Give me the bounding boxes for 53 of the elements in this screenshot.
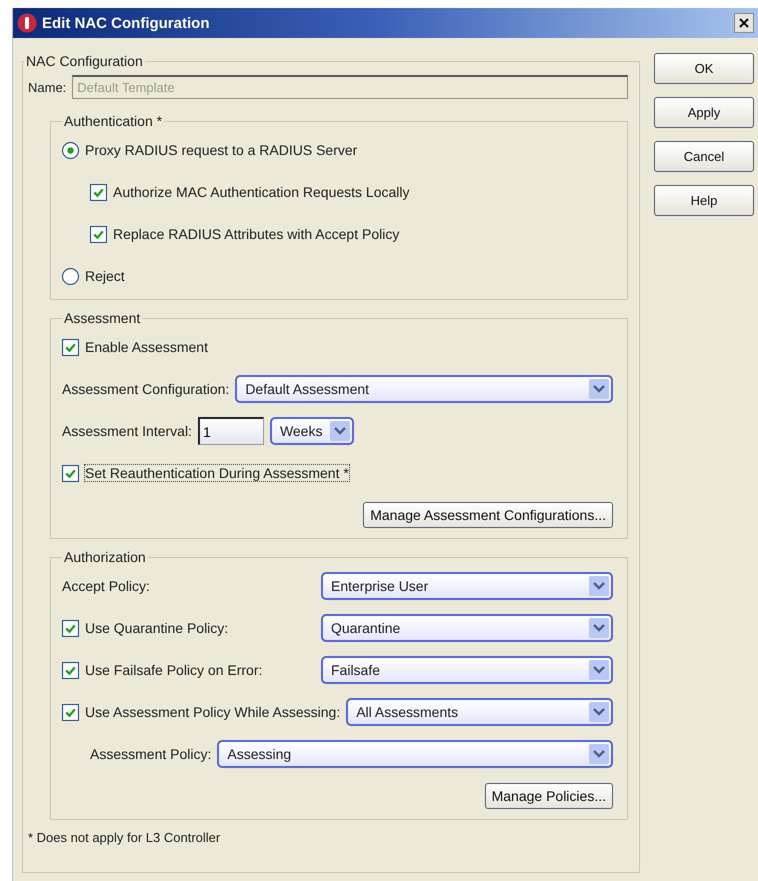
field-label: Assessment Policy: [90,746,212,762]
chevron-down-icon[interactable] [589,744,609,764]
checkbox[interactable] [90,226,107,242]
dropdown[interactable]: All Assessments [346,698,613,726]
checkbox[interactable] [62,704,79,720]
dialog-button[interactable]: Cancel [654,141,754,172]
window-title: Edit NAC Configuration [42,14,210,32]
radio-button[interactable] [62,268,79,284]
checkbox[interactable] [90,184,107,200]
dropdown[interactable]: Weeks [270,417,354,445]
group-label: NAC Configuration [26,53,143,69]
dialog-button[interactable]: Apply [654,97,754,128]
chevron-down-icon[interactable] [589,618,609,638]
dropdown[interactable]: Quarantine [321,614,613,642]
checkbox-label[interactable]: Set Reauthentication During Assessment * [85,465,349,481]
checkbox[interactable] [62,620,79,636]
chevron-down-icon[interactable] [589,379,609,399]
footnote: * Does not apply for L3 Controller [28,830,222,845]
section-label: Assessment [64,310,140,326]
checkbox[interactable] [62,338,79,356]
field-label: Assessment Interval: [62,423,192,439]
radio-option[interactable]: Proxy RADIUS request to a RADIUS Server [62,142,358,158]
checkbox-label[interactable]: Replace RADIUS Attributes with Accept Policy [113,226,400,242]
radio-button[interactable] [62,142,79,158]
radio-option[interactable]: Reject [62,268,125,284]
checkbox-label[interactable]: Use Failsafe Policy on Error: [85,662,262,678]
dialog-button[interactable]: OK [654,53,754,84]
dropdown[interactable]: Failsafe [321,656,613,684]
manage-button[interactable]: Manage Assessment Configurations... [363,502,613,528]
section-label: Authentication * [64,113,162,129]
chevron-down-icon[interactable] [330,421,350,441]
dropdown[interactable]: Default Assessment [235,375,613,403]
checkbox[interactable] [62,662,79,678]
close-icon[interactable] [734,13,754,33]
dropdown[interactable]: Enterprise User [321,572,613,600]
interval-field[interactable]: 1 [198,417,264,445]
field-label: Name: [28,80,66,94]
field-label: Assessment Configuration: [62,381,230,397]
checkbox-label[interactable]: Use Quarantine Policy: [85,620,228,636]
manage-button[interactable]: Manage Policies... [484,783,613,809]
chevron-down-icon[interactable] [589,702,609,722]
checkbox-label[interactable]: Authorize MAC Authentication Requests Locally [113,184,410,200]
checkbox[interactable] [62,464,79,482]
dropdown[interactable]: Assessing [217,740,613,768]
checkbox-label[interactable]: Enable Assessment [85,339,208,355]
dialog-button[interactable]: Help [654,185,754,216]
chevron-down-icon[interactable] [589,660,609,680]
name-field: Default Template [72,75,628,99]
app-icon [17,13,37,33]
checkbox-label[interactable]: Use Assessment Policy While Assessing: [85,704,340,720]
section-label: Authorization [64,549,146,565]
field-label: Accept Policy: [62,578,150,594]
chevron-down-icon[interactable] [589,576,609,596]
